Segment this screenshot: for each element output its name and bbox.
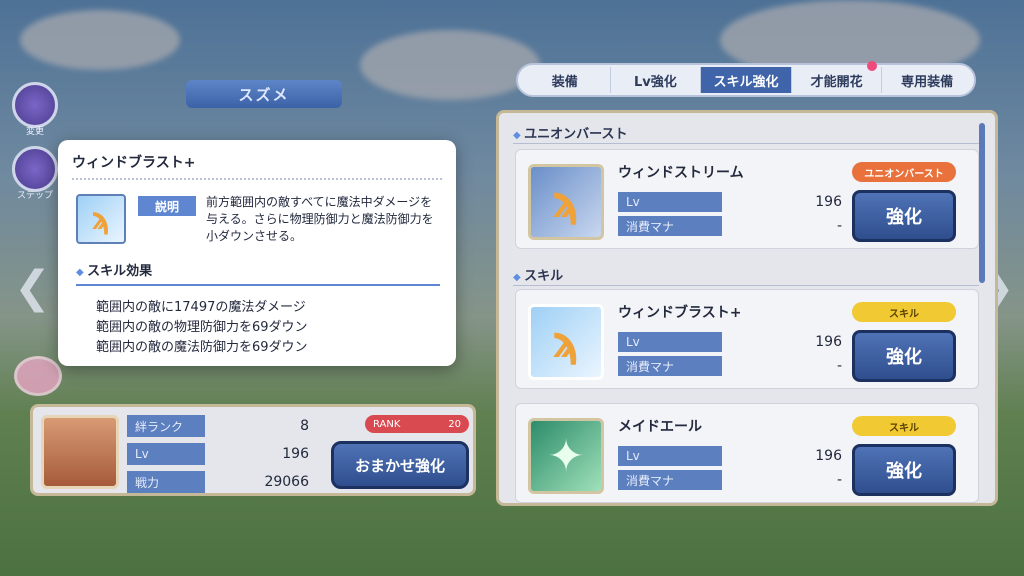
character-name-banner: スズメ [186,80,342,108]
level-value: 196 [282,446,309,462]
section-skill: スキル [513,265,563,284]
step-button-label: ステップ [16,191,53,201]
tab-talent-bloom[interactable]: 才能開花 [792,61,883,93]
skill-type-badge: スキル [852,416,956,436]
auto-upgrade-button[interactable]: おまかせ強化 [331,441,469,489]
level-label: Lv [618,192,722,212]
rank-badge: RANK 20 [365,415,469,433]
mana-value: - [836,472,842,488]
rank-value: 20 [448,418,461,430]
popup-title: ウィンドブラスト+ [72,155,196,171]
skill-card-wind-blast: ϡ ウィンドブラスト+ スキル Lv 196 消費マナ - 強化 [515,289,979,389]
rank-label: RANK [373,418,401,430]
skill-effect-line: 範囲内の敵の物理防御力を69ダウン [96,320,308,335]
upgrade-button[interactable]: 強化 [852,444,956,496]
upgrade-button[interactable]: 強化 [852,330,956,382]
skill-mana-row: 消費マナ - [618,470,844,490]
skill-description: 前方範囲内の敵すべてに魔法中ダメージを与える。さらに物理防御力と魔法防御力を小ダ… [206,195,434,243]
sparkle-sword-icon: ✦ [528,418,604,494]
character-status-panel: 絆ランク 8 Lv 196 戦力 29066 RANK 20 おまかせ強化 [30,404,476,496]
wind-staff-icon: ϡ [76,194,126,244]
mana-label: 消費マナ [618,356,722,376]
power-value: 29066 [264,474,309,490]
mana-value: - [836,358,842,374]
skill-effect-line: 範囲内の敵の魔法防御力を69ダウン [96,340,308,355]
divider [76,284,440,286]
level-label: Lv [618,332,722,352]
level-label: Lv [127,443,205,465]
mana-label: 消費マナ [618,216,722,236]
mana-label: 消費マナ [618,470,722,490]
heart-icon[interactable] [14,356,62,396]
dotted-divider [72,178,442,180]
bond-rank-value: 8 [300,418,309,434]
power-label: 戦力 [127,471,205,493]
prev-character-arrow-icon[interactable]: ❮ [14,262,51,313]
skill-mana-row: 消費マナ - [618,216,844,236]
skill-name: ウィンドブラスト+ [618,305,742,321]
skill-level-row: Lv 196 [618,192,844,212]
wind-staff-icon: ϡ [528,304,604,380]
divider [513,143,979,144]
character-avatar[interactable] [41,415,119,489]
skill-mana-row: 消費マナ - [618,356,844,376]
level-label: Lv [618,446,722,466]
step-button[interactable] [12,146,58,192]
skill-detail-popup[interactable]: ウィンドブラスト+ ϡ 説明 前方範囲内の敵すべてに魔法中ダメージを与える。さら… [58,140,456,366]
wind-staff-icon: ϡ [528,164,604,240]
skill-card-union-burst: ϡ ウィンドストリーム ユニオンバースト Lv 196 消費マナ - 強化 [515,149,979,249]
section-union-burst: ユニオンバースト [513,123,627,142]
skill-level-row: Lv 196 [618,446,844,466]
level-value: 196 [815,334,842,350]
skill-level-row: Lv 196 [618,332,844,352]
bond-rank-row: 絆ランク 8 [127,415,313,437]
mana-value: - [836,218,842,234]
divider [513,285,979,286]
scrollbar[interactable] [979,123,985,283]
change-button[interactable] [12,82,58,128]
description-tag: 説明 [138,196,196,216]
level-value: 196 [815,448,842,464]
notification-dot [867,61,878,71]
skill-effects-heading: スキル効果 [76,260,152,279]
tab-skill-upgrade[interactable]: スキル強化 [701,67,792,93]
tab-talent-bloom-label: 才能開花 [810,74,863,90]
tab-equipment[interactable]: 装備 [520,67,611,93]
level-row: Lv 196 [127,443,313,465]
skill-card-maid-ale: ✦ メイドエール スキル Lv 196 消費マナ - 強化 [515,403,979,503]
tab-bar: 装備 Lv強化 スキル強化 才能開花 専用装備 [516,61,976,97]
level-value: 196 [815,194,842,210]
change-button-label: 変更 [25,127,44,137]
bond-rank-label: 絆ランク [127,415,205,437]
upgrade-button[interactable]: 強化 [852,190,956,242]
skill-name: ウィンドストリーム [618,165,744,181]
skill-effect-line: 範囲内の敵に17497の魔法ダメージ [96,300,306,315]
skill-panel: ユニオンバースト ϡ ウィンドストリーム ユニオンバースト Lv 196 消費マ… [496,110,998,506]
power-row: 戦力 29066 [127,471,313,493]
tab-level-up[interactable]: Lv強化 [611,67,702,93]
skill-type-badge: スキル [852,302,956,322]
skill-type-badge: ユニオンバースト [852,162,956,182]
skill-name: メイドエール [618,419,702,435]
tab-exclusive-equipment[interactable]: 専用装備 [882,67,972,93]
